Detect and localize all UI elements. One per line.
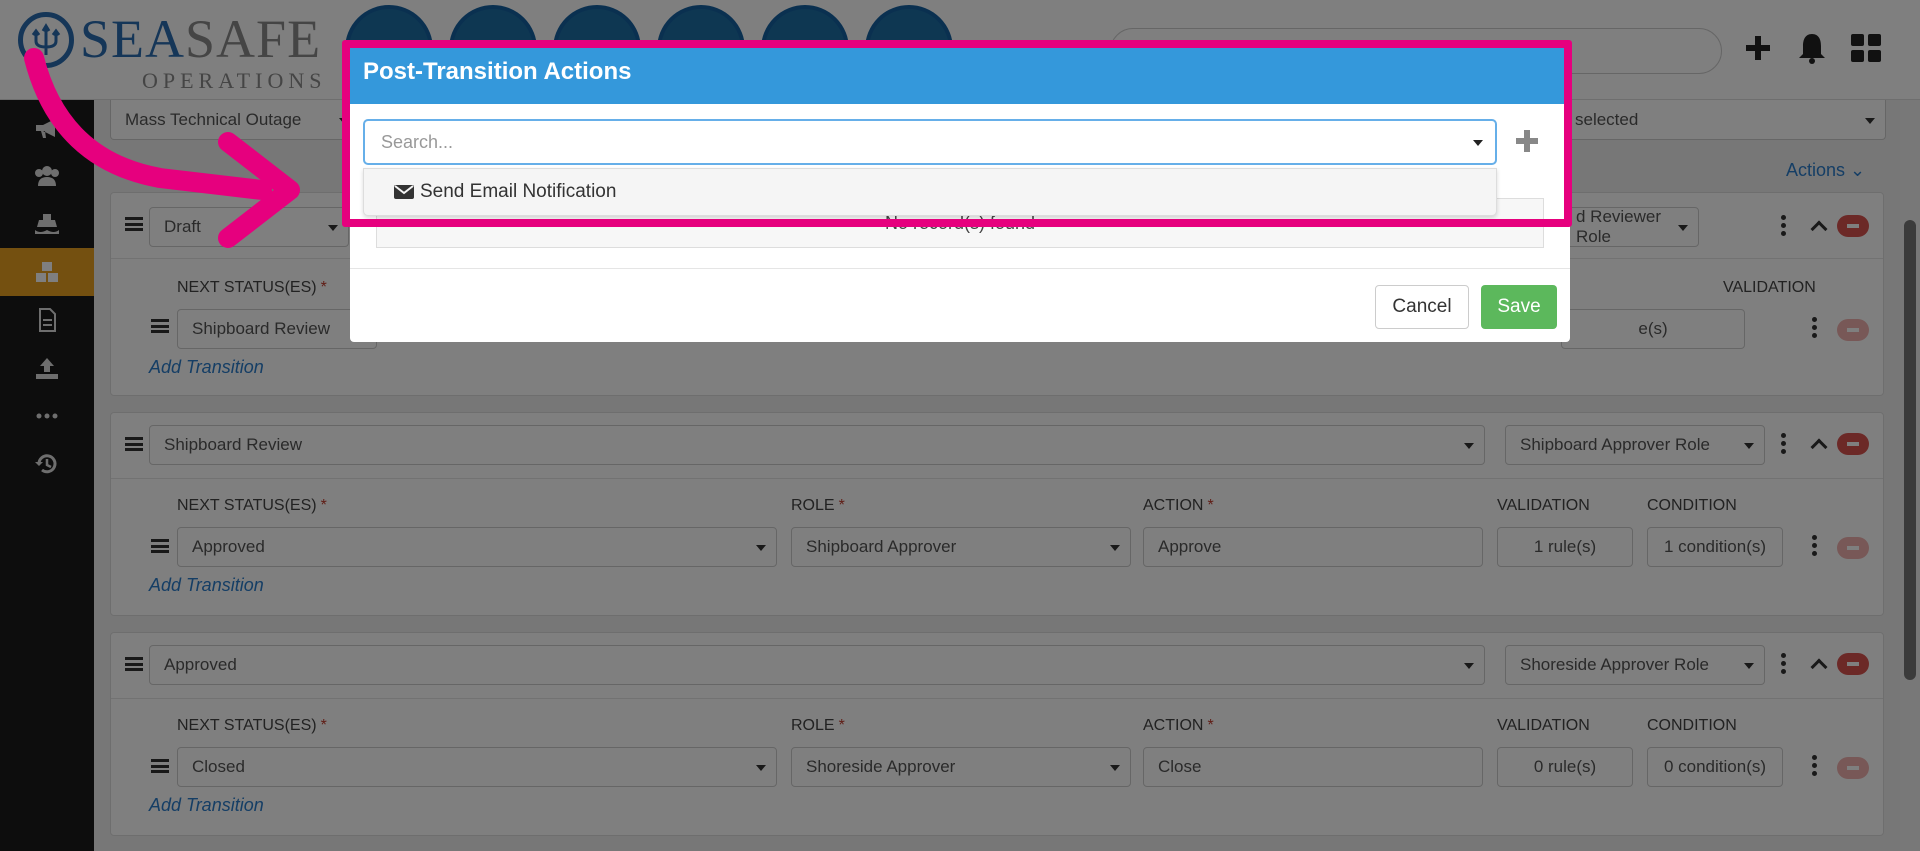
dialog-title: Post-Transition Actions [363,58,632,85]
action-dropdown-menu: Send Email Notification [363,168,1497,216]
envelope-icon [394,185,414,199]
post-transition-actions-dialog: Post-Transition Actions No record(s) fou… [350,40,1570,342]
cancel-button[interactable]: Cancel [1375,285,1469,329]
action-search-select[interactable]: Search... [363,119,1497,165]
dialog-header: Post-Transition Actions [350,40,1570,104]
add-action-plus-icon[interactable] [1516,130,1538,152]
save-button[interactable]: Save [1481,285,1557,329]
menu-item-send-email[interactable]: Send Email Notification [394,181,616,203]
dialog-footer-divider [350,268,1570,269]
